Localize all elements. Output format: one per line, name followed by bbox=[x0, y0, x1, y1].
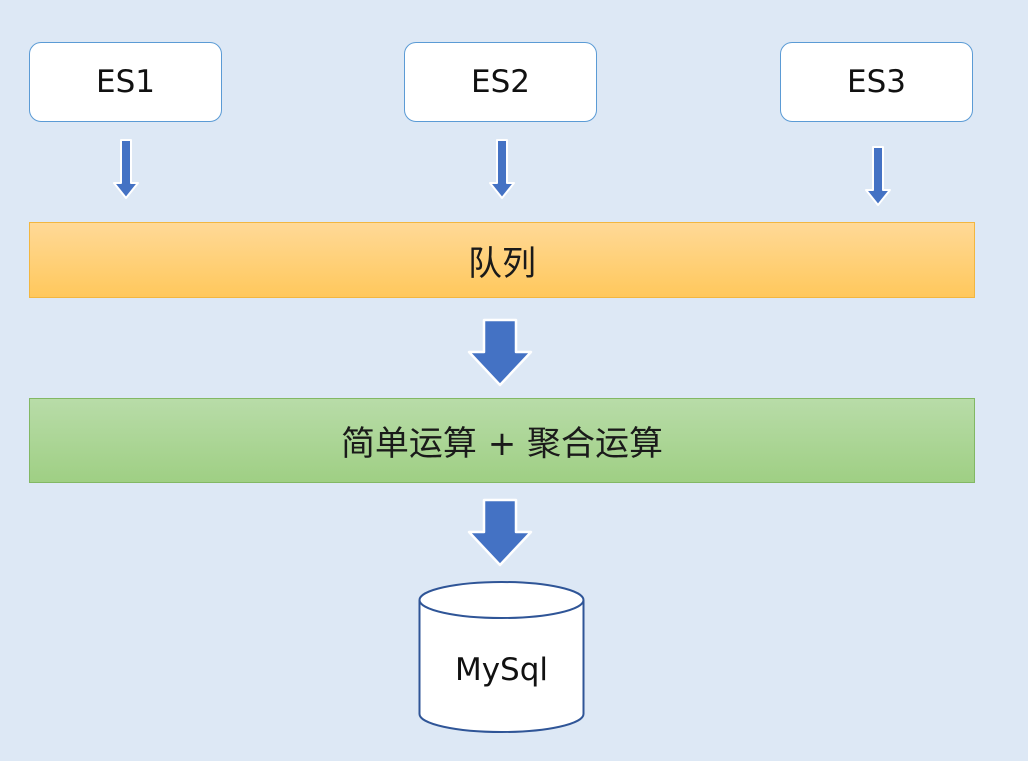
down-arrow-icon bbox=[489, 139, 515, 199]
source-node-es2: ES2 bbox=[404, 42, 597, 122]
down-arrow-icon bbox=[467, 498, 533, 567]
source-node-label: ES3 bbox=[847, 64, 906, 100]
database-label: MySql bbox=[418, 640, 585, 700]
queue-label: 队列 bbox=[468, 243, 536, 284]
source-node-es1: ES1 bbox=[29, 42, 222, 122]
down-arrow-icon bbox=[865, 146, 891, 206]
down-arrow-icon bbox=[113, 139, 139, 199]
source-node-label: ES2 bbox=[471, 64, 530, 100]
source-node-es3: ES3 bbox=[780, 42, 973, 122]
compute-band: 简单运算 + 聚合运算 bbox=[29, 398, 975, 483]
compute-label: 简单运算 + 聚合运算 bbox=[340, 424, 664, 464]
queue-band: 队列 bbox=[29, 222, 975, 298]
database-label-text: MySql bbox=[454, 652, 549, 688]
source-node-label: ES1 bbox=[96, 64, 155, 100]
down-arrow-icon bbox=[467, 318, 533, 387]
